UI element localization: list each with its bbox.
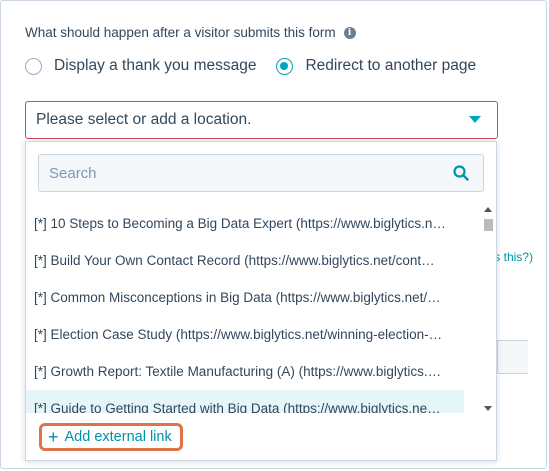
add-external-link-button[interactable]: + Add external link [39, 423, 183, 451]
search-placeholder: Search [49, 164, 97, 182]
option-redirect-page[interactable]: Redirect to another page [276, 57, 476, 75]
question-text: What should happen after a visitor submi… [25, 25, 336, 40]
search-input[interactable]: Search [38, 154, 484, 192]
info-icon[interactable]: i [343, 26, 356, 39]
list-item[interactable]: [*] Common Misconceptions in Big Data (h… [26, 279, 464, 316]
background-field [497, 340, 528, 374]
location-select-placeholder: Please select or add a location. [36, 111, 252, 128]
question-label: What should happen after a visitor submi… [25, 25, 356, 40]
location-dropdown: Search [*] 10 Steps to Becoming a Big Da… [25, 141, 497, 461]
dropdown-footer: + Add external link [26, 413, 496, 460]
scrollbar[interactable] [482, 205, 494, 413]
radio-thank-you[interactable] [25, 57, 42, 75]
list-item[interactable]: [*] Guide to Getting Started with Big Da… [26, 390, 464, 413]
list-item[interactable]: [*] Growth Report: Textile Manufacturing… [26, 353, 464, 390]
caret-down-icon[interactable] [469, 116, 481, 123]
redirect-options: Display a thank you message Redirect to … [25, 57, 496, 75]
page-list: [*] 10 Steps to Becoming a Big Data Expe… [26, 205, 494, 413]
scroll-up-icon[interactable] [484, 207, 492, 212]
option-thank-you-message[interactable]: Display a thank you message [25, 57, 256, 75]
scroll-down-icon[interactable] [484, 406, 492, 411]
list-item[interactable]: [*] Build Your Own Contact Record (https… [26, 242, 464, 279]
location-select[interactable]: Please select or add a location. [25, 101, 498, 139]
option-label: Redirect to another page [305, 57, 477, 74]
list-item[interactable]: [*] 10 Steps to Becoming a Big Data Expe… [26, 205, 464, 242]
option-label: Display a thank you message [54, 57, 257, 74]
add-external-link-label: Add external link [64, 429, 172, 445]
whats-this-link[interactable]: 's this?) [492, 250, 533, 264]
list-item[interactable]: [*] Election Case Study (https://www.big… [26, 316, 464, 353]
scroll-thumb[interactable] [484, 219, 493, 231]
radio-redirect[interactable] [276, 57, 294, 75]
search-icon[interactable] [453, 165, 469, 181]
plus-icon: + [48, 427, 59, 447]
